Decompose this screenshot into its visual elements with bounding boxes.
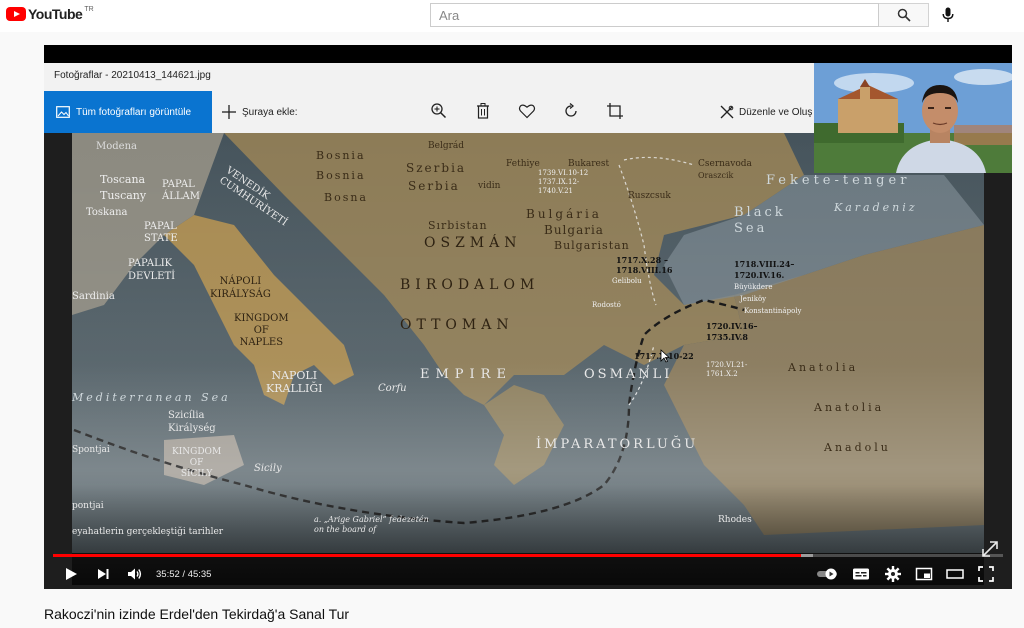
zoom-in-icon[interactable] (430, 102, 448, 120)
microphone-icon (942, 7, 954, 22)
progress-played (53, 554, 801, 557)
youtube-logo[interactable]: YouTube TR (6, 6, 94, 22)
all-photos-button[interactable]: Tüm fotoğrafları görüntüle (44, 91, 212, 133)
rotate-icon[interactable] (562, 102, 580, 120)
mouse-cursor-icon (660, 349, 670, 363)
logo-text: YouTube (28, 6, 83, 22)
crop-icon[interactable] (606, 102, 624, 120)
photos-titlebar: Fotoğraflar - 20210413_144621.jpg (44, 63, 814, 91)
theater-mode-icon[interactable] (946, 565, 964, 583)
autoplay-toggle-icon[interactable] (816, 565, 840, 583)
subtitles-icon[interactable] (852, 565, 870, 583)
play-icon[interactable] (62, 565, 80, 583)
region-code: TR (84, 6, 94, 13)
photos-toolbar: Tüm fotoğrafları görüntüle Şuraya ekle: (44, 91, 814, 133)
video-player[interactable]: Modena Toscana Tuscany Toskana PAPAL ÁLL… (44, 45, 1012, 589)
search-icon (897, 8, 911, 22)
search-input[interactable] (431, 4, 878, 26)
edit-create-label: Düzenle ve Oluş (739, 106, 813, 118)
edit-icon (720, 105, 734, 119)
player-controls: 35:52 / 45:35 (44, 559, 1012, 589)
settings-gear-icon[interactable] (884, 565, 902, 583)
search-box (430, 3, 879, 27)
video-title: Rakoczi'nin izinde Erdel'den Tekirdağ'a … (44, 606, 350, 622)
delete-icon[interactable] (474, 102, 492, 120)
presenter-video (814, 63, 1012, 173)
youtube-watch-page: YouTube TR Ara Modena Toscana Tuscany To… (0, 0, 1024, 628)
voice-search-button[interactable] (937, 4, 959, 26)
miniplayer-icon[interactable] (915, 565, 933, 583)
fullscreen-icon[interactable] (977, 565, 995, 583)
masthead: YouTube TR (0, 0, 1024, 32)
time-display: 35:52 / 45:35 (156, 569, 212, 580)
plus-icon (222, 105, 236, 119)
progress-bar[interactable] (53, 554, 1003, 557)
next-icon[interactable] (94, 565, 112, 583)
edit-create-button[interactable]: Düzenle ve Oluş (720, 91, 812, 133)
all-photos-label: Tüm fotoğrafları görüntüle (76, 106, 192, 118)
search-button[interactable] (879, 3, 929, 27)
add-to-label: Şuraya ekle: (242, 106, 298, 118)
webcam-overlay (814, 63, 1012, 173)
add-to-button[interactable]: Şuraya ekle: (222, 91, 298, 133)
volume-icon[interactable] (126, 565, 144, 583)
photos-window-title: Fotoğraflar - 20210413_144621.jpg (54, 70, 211, 81)
youtube-play-icon (6, 7, 26, 21)
heart-icon[interactable] (518, 102, 536, 120)
image-icon (56, 106, 70, 118)
